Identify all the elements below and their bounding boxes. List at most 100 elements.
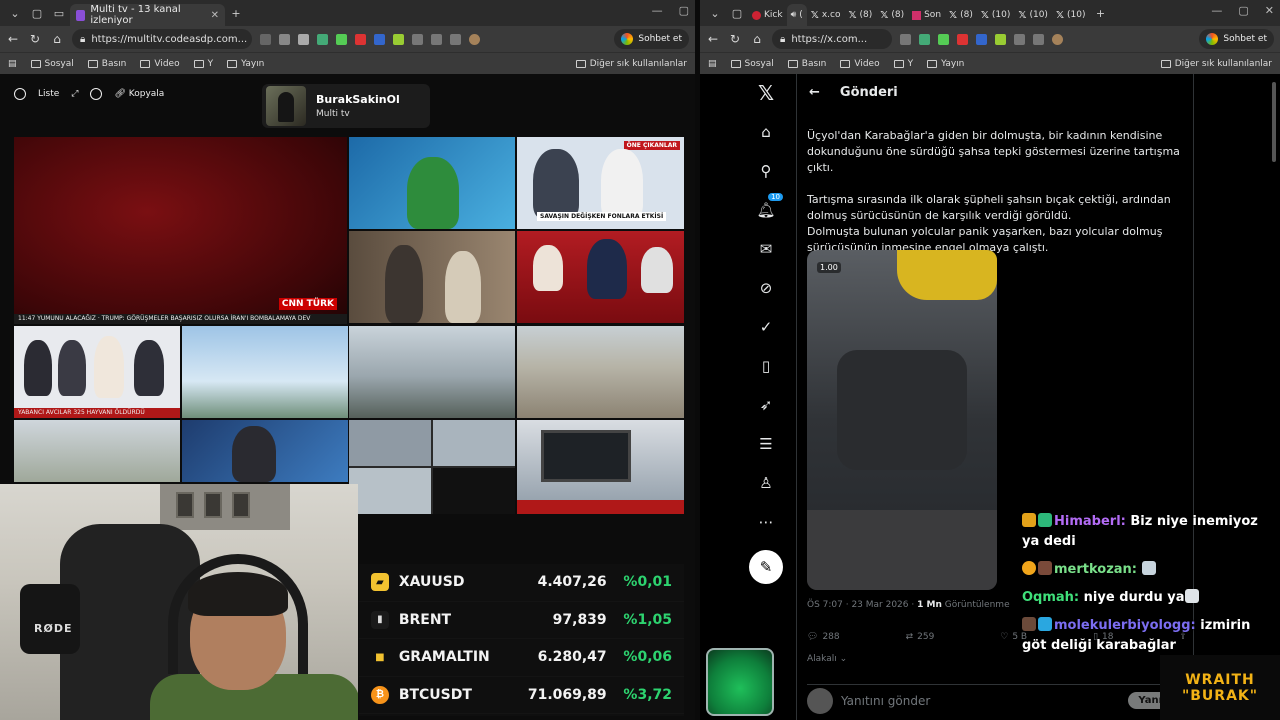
fullscreen-icon[interactable]: ⤢ [71, 89, 78, 99]
video-tile-4[interactable] [349, 231, 515, 323]
bookmark-folder[interactable]: Yayın [927, 59, 964, 69]
video-tile-6[interactable]: YABANCI AVCILAR 325 HAYVANI ÖLDÜRDÜ [14, 326, 180, 418]
extension-2-icon[interactable] [938, 33, 949, 45]
close-tab-icon[interactable]: ✕ [211, 10, 219, 21]
close-window-icon[interactable]: ✕ [1265, 4, 1274, 17]
tab-kick[interactable]: Kick [748, 4, 787, 26]
bookmark-folder[interactable]: Basın [87, 59, 126, 69]
tab-x[interactable]: 𝕏 (8) [945, 4, 977, 26]
home-icon[interactable]: ⌂ [50, 32, 64, 46]
extension-5-icon[interactable] [393, 33, 404, 45]
minimize-icon[interactable]: — [1211, 4, 1222, 17]
bookmark-icon[interactable]: ▯ [755, 355, 777, 377]
bookmark-folder[interactable]: Sosyal [730, 59, 774, 69]
tab-actions-icon[interactable]: ▭ [48, 2, 70, 24]
scrollbar-thumb[interactable] [1272, 82, 1276, 162]
address-bar[interactable]: 🔒︎ https://multitv.codeasdp.com... [72, 29, 252, 49]
video-tile-cnn[interactable]: CNN TÜRK 11:47 YUMUNU ALACAĞIZ · TRUMP: … [14, 137, 347, 324]
new-tab-icon[interactable]: + [1089, 2, 1111, 24]
bookmark-folder[interactable]: Yayın [227, 59, 264, 69]
video-tile-11[interactable] [182, 420, 348, 482]
video-tile-5[interactable] [517, 231, 684, 323]
compose-post-button[interactable]: ✎ [749, 550, 783, 584]
video-tile-8[interactable] [349, 326, 515, 418]
repost-action[interactable]: ⇄ 259 [906, 632, 935, 642]
rocket-icon[interactable]: ➶ [755, 394, 777, 416]
notifications-bell-icon[interactable]: 🔔︎ 10 [755, 193, 783, 221]
translate-icon[interactable] [260, 33, 271, 45]
refresh-icon[interactable]: ↻ [28, 32, 42, 46]
extension-3-icon[interactable] [957, 33, 968, 45]
verified-check-icon[interactable]: ✓ [755, 316, 777, 338]
tab-x[interactable]: 𝕏 (8) [876, 4, 908, 26]
extension-4-icon[interactable] [976, 33, 987, 45]
video-tile-12[interactable] [349, 420, 515, 514]
messages-envelope-icon[interactable]: ✉ [755, 238, 777, 260]
favorite-star-icon[interactable] [298, 33, 309, 45]
video-tile-3[interactable]: ÖNE ÇIKANLAR SAVAŞIN DEĞİŞKEN FONLARA ET… [517, 137, 684, 229]
copy-link-button[interactable]: 🔗︎ Kopyala [114, 89, 164, 99]
back-icon[interactable]: ← [706, 32, 720, 46]
refresh-icon[interactable]: ↻ [728, 32, 742, 46]
tab-x[interactable]: 𝕏 (8) [844, 4, 876, 26]
profile-avatar[interactable] [1052, 33, 1063, 45]
favorite-star-icon[interactable] [900, 33, 911, 45]
maximize-icon[interactable]: ▢ [679, 4, 689, 17]
bookmark-folder[interactable]: Y [193, 59, 213, 69]
reply-sort[interactable]: Alakalı ⌄ [807, 654, 847, 664]
lists-icon[interactable]: ☰ [755, 433, 777, 455]
other-favorites[interactable]: Diğer sık kullanılanlar [1160, 59, 1272, 69]
extension-2-icon[interactable] [336, 33, 347, 45]
video-tile-10[interactable] [14, 420, 180, 482]
collections-icon[interactable] [450, 33, 461, 45]
video-tile-9[interactable] [517, 326, 684, 418]
search-icon[interactable]: ⚲ [755, 160, 777, 182]
bookmark-folder[interactable]: Video [140, 59, 180, 69]
new-tab-icon[interactable]: + [225, 2, 247, 24]
extension-5-icon[interactable] [995, 33, 1006, 45]
video-tile-7[interactable] [182, 326, 348, 418]
bookmark-folder[interactable]: Y [893, 59, 913, 69]
tab-list-icon[interactable]: ⌄ [4, 2, 26, 24]
tab-x[interactable]: 𝕏x.co [807, 4, 845, 26]
favorites-icon[interactable] [431, 33, 442, 45]
tab-x[interactable]: 𝕏 (10) [1014, 4, 1052, 26]
minimize-icon[interactable]: — [652, 4, 663, 17]
tab-multitv[interactable]: Multi tv - 13 kanal izleniyor ✕ [70, 4, 225, 26]
bookmark-folder[interactable]: Video [840, 59, 880, 69]
extension-4-icon[interactable] [374, 33, 385, 45]
extension-1-icon[interactable] [919, 33, 930, 45]
profile-avatar[interactable] [469, 33, 480, 45]
grok-icon[interactable]: ⊘ [755, 277, 777, 299]
tab-list-icon[interactable]: ⌄ [704, 2, 726, 24]
split-screen-icon[interactable] [1014, 33, 1025, 45]
address-bar[interactable]: 🔒︎ https://x.com... [772, 29, 892, 49]
video-tile-2[interactable] [349, 137, 515, 229]
tab-x[interactable]: 𝕏 (10) [977, 4, 1015, 26]
copilot-button[interactable]: Sohbet et [614, 29, 689, 49]
read-aloud-icon[interactable] [279, 33, 290, 45]
bookmarks-menu-icon[interactable]: ▤ [8, 59, 17, 69]
maximize-icon[interactable]: ▢ [1238, 4, 1248, 17]
channel-card[interactable]: BurakSakinOl Multi tv [262, 84, 430, 128]
video-tile-13[interactable] [517, 420, 684, 514]
copilot-button[interactable]: Sohbet et [1199, 29, 1274, 49]
favorites-icon[interactable] [1033, 33, 1044, 45]
extension-1-icon[interactable] [317, 33, 328, 45]
bookmarks-menu-icon[interactable]: ▤ [708, 59, 717, 69]
settings-gear-icon[interactable] [14, 88, 26, 100]
more-circle-icon[interactable]: ⋯ [755, 511, 777, 533]
tab-son[interactable]: Son [908, 4, 945, 26]
workspaces-icon[interactable]: ▢ [726, 2, 748, 24]
home-icon[interactable]: ⌂ [755, 121, 777, 143]
workspaces-icon[interactable]: ▢ [26, 2, 48, 24]
post-video[interactable]: 1.00 [807, 250, 997, 590]
tab-x[interactable]: 𝕏 (10) [1052, 4, 1090, 26]
home-icon[interactable]: ⌂ [750, 32, 764, 46]
split-screen-icon[interactable] [412, 33, 423, 45]
x-logo-icon[interactable]: 𝕏 [755, 81, 777, 105]
back-icon[interactable]: ← [6, 32, 20, 46]
profile-person-icon[interactable]: ♙ [755, 472, 777, 494]
reply-action[interactable]: 💬︎ 288 [807, 632, 840, 642]
bookmark-folder[interactable]: Basın [787, 59, 826, 69]
